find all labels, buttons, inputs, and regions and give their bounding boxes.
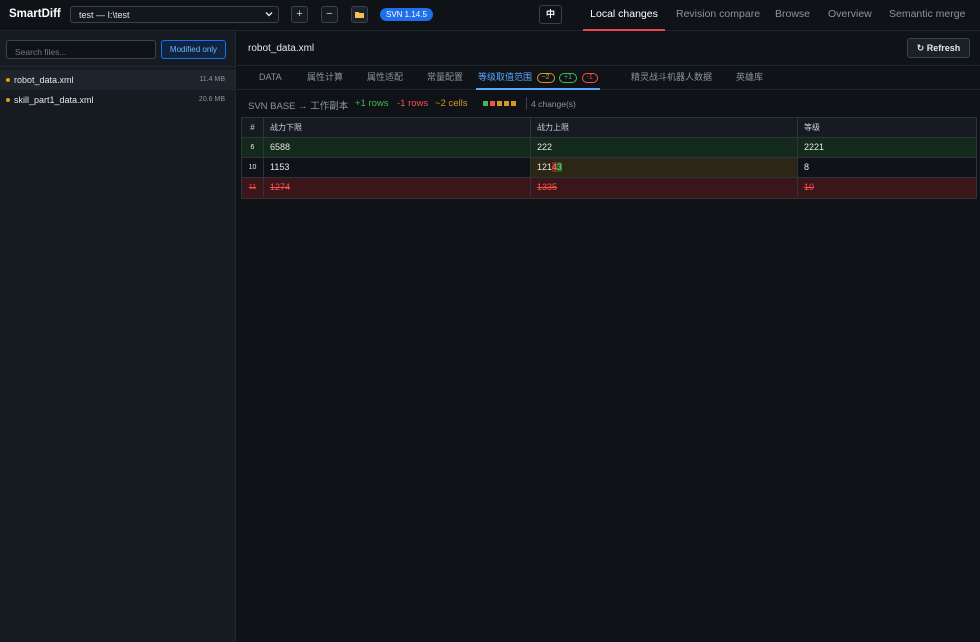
file-size: 11.4 MB <box>199 76 225 83</box>
table-cell[interactable]: 1153 <box>264 158 531 177</box>
top-bar: SmartDiff test — I:\test + − SVN 1.14.5 … <box>0 0 980 31</box>
modified-dot-icon <box>6 98 10 102</box>
sheet-tab-bar: DATA 属性计算 属性适配 常量配置 等级取值范围 ~2 +1 -1 精灵战斗… <box>237 66 980 90</box>
file-size: 20.6 MB <box>198 96 225 103</box>
cell-unchanged-text: 121 <box>537 162 553 172</box>
table-cell[interactable]: 6588 <box>264 138 531 157</box>
table-header-row: # 战力下限 战力上限 等级 <box>242 118 976 138</box>
file-name: skill_part1_data.xml <box>14 95 94 105</box>
modified-dot-icon <box>6 78 10 82</box>
removed-rows-count: -1 rows <box>397 98 429 109</box>
tab-sheet-attr-calc[interactable]: 属性计算 <box>307 66 343 90</box>
cell-added-token: 3 <box>557 162 563 172</box>
minimap-marker-modified <box>511 101 516 106</box>
diff-table: # 战力下限 战力上限 等级 6 6588 222 2221 10 1153 1… <box>241 117 977 199</box>
table-cell[interactable]: 222 <box>531 138 798 157</box>
repo-select[interactable]: test — I:\test <box>70 6 279 23</box>
refresh-button[interactable]: ↻ Refresh <box>907 38 970 58</box>
minimap-marker-added <box>483 101 488 106</box>
removed-count-badge: -1 <box>581 73 598 83</box>
row-number: 11 <box>242 178 264 197</box>
table-cell[interactable]: 1274 <box>264 178 531 197</box>
tab-sheet-hero-library[interactable]: 英雄库 <box>736 66 763 90</box>
minimap-marker-removed <box>490 101 495 106</box>
tab-overview[interactable]: Overview <box>828 0 872 31</box>
added-count-badge: +1 <box>559 73 578 83</box>
table-cell-modified[interactable]: 12143 <box>531 158 798 177</box>
tab-local-changes[interactable]: Local changes <box>583 0 665 31</box>
file-item-robot-data[interactable]: robot_data.xml 11.4 MB <box>0 70 235 90</box>
tab-label: 等级取值范围 <box>478 72 533 82</box>
table-cell[interactable]: 10 <box>798 178 978 197</box>
table-row-modified[interactable]: 10 1153 12143 8 <box>242 158 976 178</box>
modified-only-button[interactable]: Modified only <box>161 40 226 59</box>
tab-semantic-merge[interactable]: Semantic merge <box>889 0 965 31</box>
minimap-marker-modified <box>504 101 509 106</box>
summary-divider <box>526 97 527 110</box>
tab-sheet-data[interactable]: DATA <box>259 66 282 90</box>
app-logo: SmartDiff <box>9 8 61 20</box>
table-cell[interactable]: 1335 <box>531 178 798 197</box>
compare-label: SVN BASE → 工作副本 <box>248 101 349 112</box>
chevron-down-icon <box>265 12 273 17</box>
row-number: 10 <box>242 158 264 177</box>
search-input[interactable] <box>6 40 156 59</box>
column-header-power-max[interactable]: 战力上限 <box>531 118 798 137</box>
changes-count: 4 change(s) <box>531 99 576 109</box>
column-header-power-min[interactable]: 战力下限 <box>264 118 531 137</box>
tab-sheet-attr-adapt[interactable]: 属性适配 <box>367 66 403 90</box>
file-item-skill-part1-data[interactable]: skill_part1_data.xml 20.6 MB <box>0 90 235 110</box>
tab-revision-compare[interactable]: Revision compare <box>676 0 760 31</box>
main-panel: robot_data.xml ↻ Refresh DATA 属性计算 属性适配 … <box>237 31 980 642</box>
page-title: robot_data.xml <box>248 43 315 54</box>
table-row-added[interactable]: 6 6588 222 2221 <box>242 138 976 158</box>
tab-sheet-level-range[interactable]: 等级取值范围 ~2 +1 -1 <box>476 66 600 90</box>
language-toggle-button[interactable]: 中 <box>539 5 562 24</box>
add-repo-button[interactable]: + <box>291 6 308 23</box>
table-row-removed[interactable]: 11 1274 1335 10 <box>242 178 976 198</box>
modified-count-badge: ~2 <box>536 73 555 83</box>
folder-icon <box>355 12 364 18</box>
tab-browse[interactable]: Browse <box>775 0 810 31</box>
svn-version-badge: SVN 1.14.5 <box>380 8 433 21</box>
tab-sheet-constants[interactable]: 常量配置 <box>427 66 463 90</box>
file-sidebar: Modified only robot_data.xml 11.4 MB ski… <box>0 31 236 642</box>
file-name: robot_data.xml <box>14 75 74 85</box>
minimap-marker-modified <box>497 101 502 106</box>
added-rows-count: +1 rows <box>355 98 389 109</box>
row-number: 6 <box>242 138 264 157</box>
table-cell[interactable]: 2221 <box>798 138 978 157</box>
remove-repo-button[interactable]: − <box>321 6 338 23</box>
repo-select-value: test — I:\test <box>79 10 130 20</box>
column-header-level[interactable]: 等级 <box>798 118 978 137</box>
tab-sheet-robot-battle[interactable]: 精灵战斗机器人数据 <box>631 66 712 90</box>
column-header-index: # <box>242 118 264 137</box>
changed-cells-count: ~2 cells <box>435 98 468 109</box>
table-cell[interactable]: 8 <box>798 158 978 177</box>
open-folder-button[interactable] <box>351 6 368 23</box>
sidebar-divider <box>0 66 236 67</box>
